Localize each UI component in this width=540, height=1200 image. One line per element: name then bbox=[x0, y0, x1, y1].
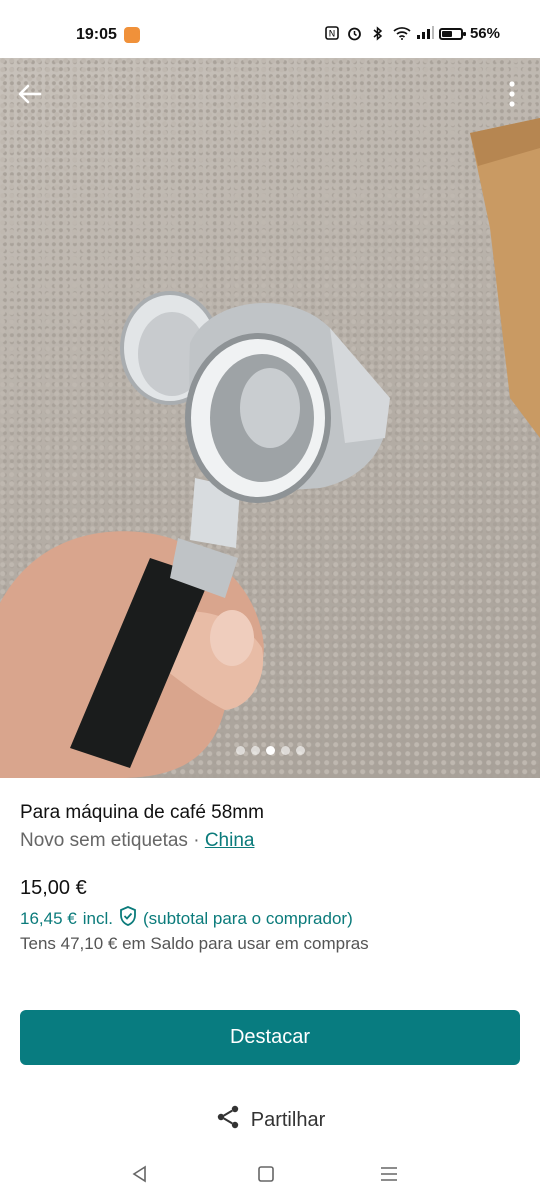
gallery-dot[interactable] bbox=[250, 746, 260, 755]
svg-text:N: N bbox=[329, 29, 336, 39]
status-time: 19:05 bbox=[76, 26, 117, 43]
back-nav-icon[interactable] bbox=[128, 1162, 152, 1186]
bluetooth-icon bbox=[370, 25, 386, 42]
shield-check-icon bbox=[119, 906, 137, 931]
gallery-pagination[interactable] bbox=[0, 746, 540, 755]
home-nav-icon[interactable] bbox=[254, 1162, 278, 1186]
product-image bbox=[0, 118, 540, 778]
status-bar: 19:05 N 56% bbox=[0, 0, 540, 58]
highlight-button[interactable]: Destacar bbox=[20, 1010, 520, 1065]
subtitle-separator: · bbox=[187, 830, 205, 851]
status-icons: N 56% bbox=[324, 25, 500, 42]
listing-title: Para máquina de café 58mm bbox=[20, 802, 264, 823]
system-nav-bar bbox=[0, 1150, 540, 1200]
product-photo[interactable] bbox=[0, 58, 540, 778]
signal-icon bbox=[416, 25, 434, 42]
brand-link[interactable]: China bbox=[205, 830, 255, 851]
menu-nav-icon[interactable] bbox=[377, 1162, 401, 1186]
gallery-dot[interactable] bbox=[235, 746, 245, 755]
incl-label: incl. bbox=[82, 908, 113, 928]
buyer-price: 16,45 € bbox=[20, 908, 77, 928]
app-notification-icon bbox=[124, 27, 140, 43]
listing-price: 15,00 € bbox=[20, 877, 87, 899]
share-button[interactable]: Partilhar bbox=[0, 1104, 540, 1136]
buyer-subtotal-note: (subtotal para o comprador) bbox=[142, 908, 353, 928]
battery-icon bbox=[438, 27, 466, 40]
listing-subtitle: Novo sem etiquetas · China bbox=[20, 830, 254, 852]
gallery-dot[interactable] bbox=[280, 746, 290, 755]
share-label: Partilhar bbox=[250, 1108, 326, 1131]
listing-condition: Novo sem etiquetas bbox=[20, 830, 188, 851]
balance-note: Tens 47,10 € em Saldo para usar em compr… bbox=[20, 934, 369, 953]
alarm-icon bbox=[347, 26, 363, 42]
gallery-dot[interactable] bbox=[295, 746, 305, 755]
battery-percent: 56% bbox=[469, 25, 500, 42]
nfc-icon: N bbox=[324, 25, 340, 42]
share-icon bbox=[215, 1104, 241, 1136]
back-arrow-icon[interactable] bbox=[14, 78, 46, 110]
more-options-icon[interactable] bbox=[502, 78, 522, 110]
battery-fill bbox=[441, 30, 453, 37]
buyer-price-row[interactable]: 16,45 € incl. (subtotal para o comprador… bbox=[20, 906, 353, 931]
gallery-dot-active[interactable] bbox=[265, 746, 275, 755]
wifi-icon bbox=[393, 26, 411, 42]
